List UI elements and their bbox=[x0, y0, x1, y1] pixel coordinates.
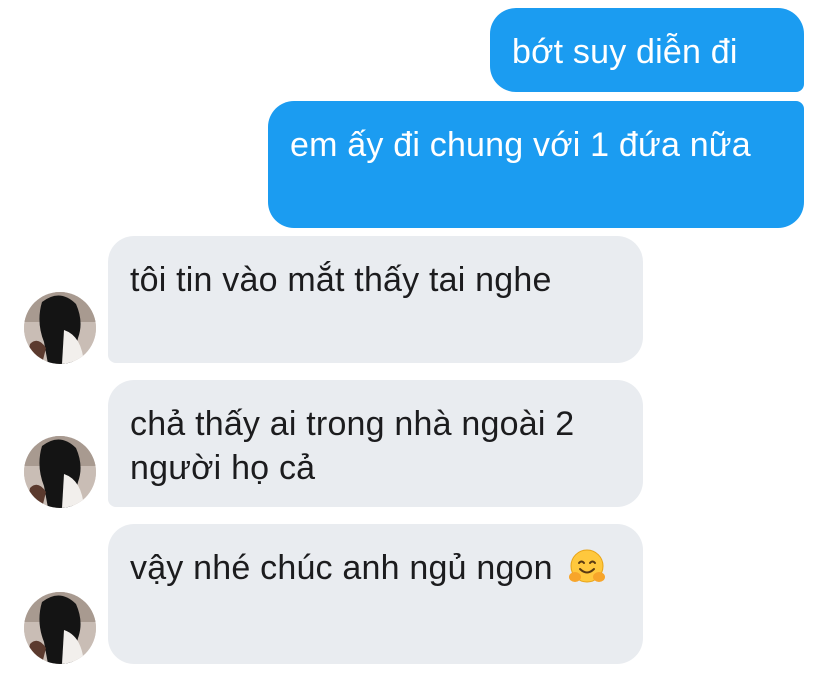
hugging-face-icon bbox=[568, 548, 606, 586]
message-text: em ấy đi chung với 1 đứa nữa bbox=[290, 126, 751, 164]
chat-thread: bớt suy diễn đi em ấy đi chung với 1 đứa… bbox=[0, 0, 828, 680]
incoming-message[interactable]: vậy nhé chúc anh ngủ ngon bbox=[108, 524, 643, 664]
contact-avatar[interactable] bbox=[24, 592, 96, 664]
contact-avatar[interactable] bbox=[24, 436, 96, 508]
incoming-message[interactable]: chả thấy ai trong nhà ngoài 2 người họ c… bbox=[108, 380, 643, 507]
message-text: vậy nhé chúc anh ngủ ngon bbox=[130, 549, 553, 587]
message-text: bớt suy diễn đi bbox=[512, 33, 738, 71]
message-text: tôi tin vào mắt thấy tai nghe bbox=[130, 261, 552, 299]
outgoing-message[interactable]: bớt suy diễn đi bbox=[490, 8, 804, 92]
incoming-message[interactable]: tôi tin vào mắt thấy tai nghe bbox=[108, 236, 643, 363]
message-text: chả thấy ai trong nhà ngoài 2 người họ c… bbox=[130, 405, 575, 487]
contact-avatar[interactable] bbox=[24, 292, 96, 364]
outgoing-message[interactable]: em ấy đi chung với 1 đứa nữa bbox=[268, 101, 804, 228]
